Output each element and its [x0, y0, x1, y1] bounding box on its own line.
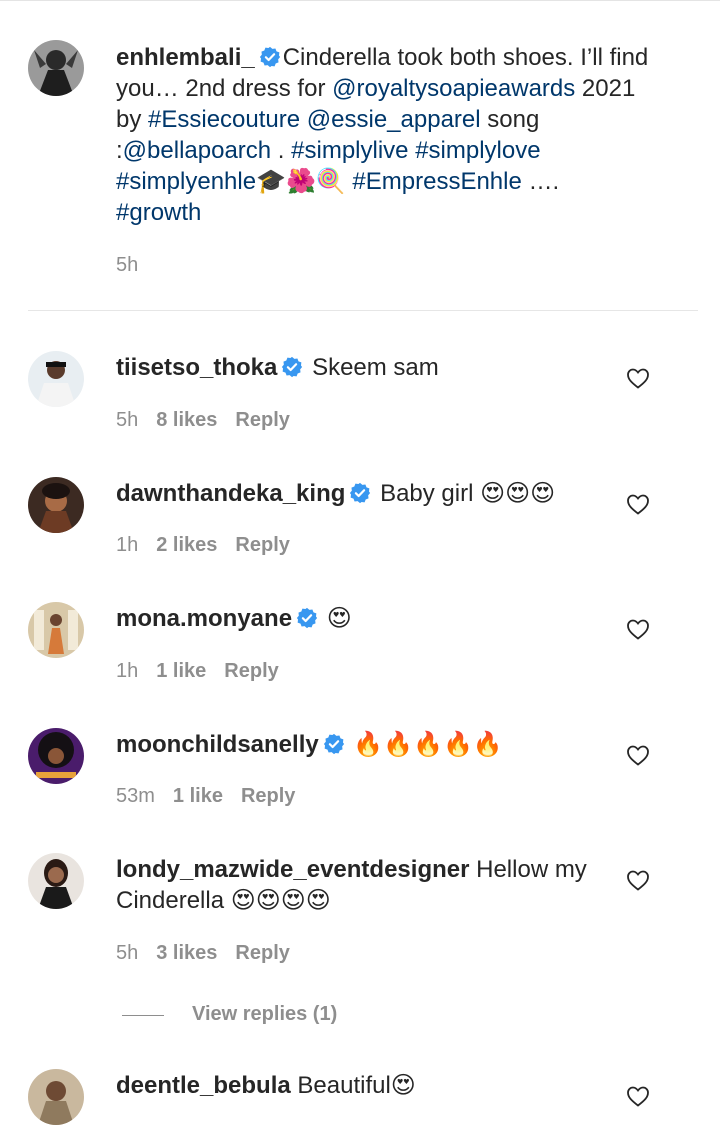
verified-badge-icon — [350, 482, 371, 504]
avatar[interactable] — [28, 728, 84, 784]
avatar[interactable] — [28, 477, 84, 533]
comment-likes[interactable]: 3 likes — [156, 942, 217, 964]
post-time: 5h — [116, 254, 139, 276]
heart-outline-icon[interactable] — [626, 869, 650, 891]
hashtag-link[interactable]: #Essiecouture — [148, 106, 300, 133]
avatar[interactable] — [28, 1069, 84, 1125]
comment-body: deentle_bebula Beautiful😍 — [116, 1070, 606, 1101]
heart-eyes-emoji: 😍😍😍😍 — [230, 887, 331, 914]
comment-username[interactable]: mona.monyane — [116, 605, 292, 632]
comment-likes[interactable]: 1 like — [156, 660, 206, 682]
caption-emoji: 🎓🌺🍭 — [256, 168, 346, 195]
hashtag-link[interactable]: #EmpressEnhle — [352, 168, 521, 195]
reply-button[interactable]: Reply — [235, 942, 289, 964]
view-replies-button[interactable]: View replies (1) — [192, 1003, 337, 1026]
caption-text-4: . — [271, 137, 292, 164]
top-divider — [0, 0, 720, 1]
hashtag-link[interactable]: #simplyenhle — [116, 168, 256, 195]
hashtag-link[interactable]: #simplylive — [291, 137, 408, 164]
comment-time: 1h — [116, 534, 139, 556]
verified-badge-icon — [282, 356, 303, 378]
comment-likes[interactable]: 2 likes — [156, 534, 217, 556]
comment-username[interactable]: moonchildsanelly — [116, 731, 319, 758]
reply-button[interactable]: Reply — [235, 534, 289, 556]
fire-emoji: 🔥🔥🔥🔥🔥 — [353, 731, 503, 758]
comment-body: londy_mazwide_eventdesigner Hellow my Ci… — [116, 854, 606, 916]
avatar[interactable] — [28, 351, 84, 407]
comment-likes[interactable]: 8 likes — [156, 409, 217, 431]
comment-time: 5h — [116, 409, 139, 431]
comment-meta: 53m 1 like Reply — [116, 785, 295, 808]
reply-button[interactable]: Reply — [241, 785, 295, 807]
heart-outline-icon[interactable] — [626, 367, 650, 389]
comment-likes[interactable]: 1 like — [173, 785, 223, 807]
verified-badge-icon — [259, 46, 280, 68]
post-caption: enhlembali_ Cinderella took both shoes. I… — [116, 42, 656, 228]
post-username[interactable]: enhlembali_ — [116, 44, 255, 71]
comment-body: tiisetso_thoka Skeem sam — [116, 352, 606, 383]
view-replies-line — [122, 1015, 164, 1016]
verified-badge-icon — [296, 607, 318, 629]
caption-text-5: …. — [521, 168, 560, 195]
comment-text: Baby girl — [380, 480, 474, 507]
comment-meta: 1h 1 like Reply — [116, 660, 279, 683]
heart-outline-icon[interactable] — [626, 744, 650, 766]
caption-space — [300, 106, 307, 133]
mention-link[interactable]: @essie_apparel — [307, 106, 481, 133]
comment-username[interactable]: dawnthandeka_king — [116, 480, 345, 507]
comment-body: moonchildsanelly 🔥🔥🔥🔥🔥 — [116, 729, 606, 760]
avatar[interactable] — [28, 602, 84, 658]
caption-divider — [28, 310, 698, 311]
comment-time: 53m — [116, 785, 155, 807]
comment-username[interactable]: tiisetso_thoka — [116, 354, 277, 381]
mention-link[interactable]: @bellapoarch — [123, 137, 271, 164]
heart-eyes-emoji: 😍 — [326, 605, 352, 632]
heart-outline-icon[interactable] — [626, 618, 650, 640]
hashtag-link[interactable]: #simplylove — [415, 137, 540, 164]
heart-outline-icon[interactable] — [626, 493, 650, 515]
comment-meta: 1h 2 likes Reply — [116, 534, 290, 557]
reply-button[interactable]: Reply — [235, 409, 289, 431]
comment-text: Skeem sam — [312, 354, 439, 381]
mention-link[interactable]: @royaltysoapieawards — [332, 75, 575, 102]
heart-eyes-emoji: 😍 — [390, 1072, 416, 1099]
comment-time: 1h — [116, 660, 139, 682]
heart-outline-icon[interactable] — [626, 1085, 650, 1107]
comment-time: 5h — [116, 942, 139, 964]
comment-text: Beautiful — [297, 1072, 391, 1099]
hashtag-link[interactable]: #growth — [116, 199, 201, 226]
comment-body: dawnthandeka_king Baby girl 😍😍😍 — [116, 478, 606, 509]
avatar[interactable] — [28, 853, 84, 909]
comment-meta: 5h 3 likes Reply — [116, 942, 290, 965]
heart-eyes-emoji: 😍😍😍 — [480, 480, 556, 507]
post-meta: 5h — [116, 254, 138, 277]
verified-badge-icon — [323, 733, 344, 755]
comment-meta: 5h 8 likes Reply — [116, 409, 290, 432]
reply-button[interactable]: Reply — [224, 660, 278, 682]
post-author-avatar[interactable] — [28, 40, 84, 96]
comment-username[interactable]: londy_mazwide_eventdesigner — [116, 856, 469, 883]
comment-body: mona.monyane 😍 — [116, 603, 606, 634]
comment-username[interactable]: deentle_bebula — [116, 1072, 291, 1099]
